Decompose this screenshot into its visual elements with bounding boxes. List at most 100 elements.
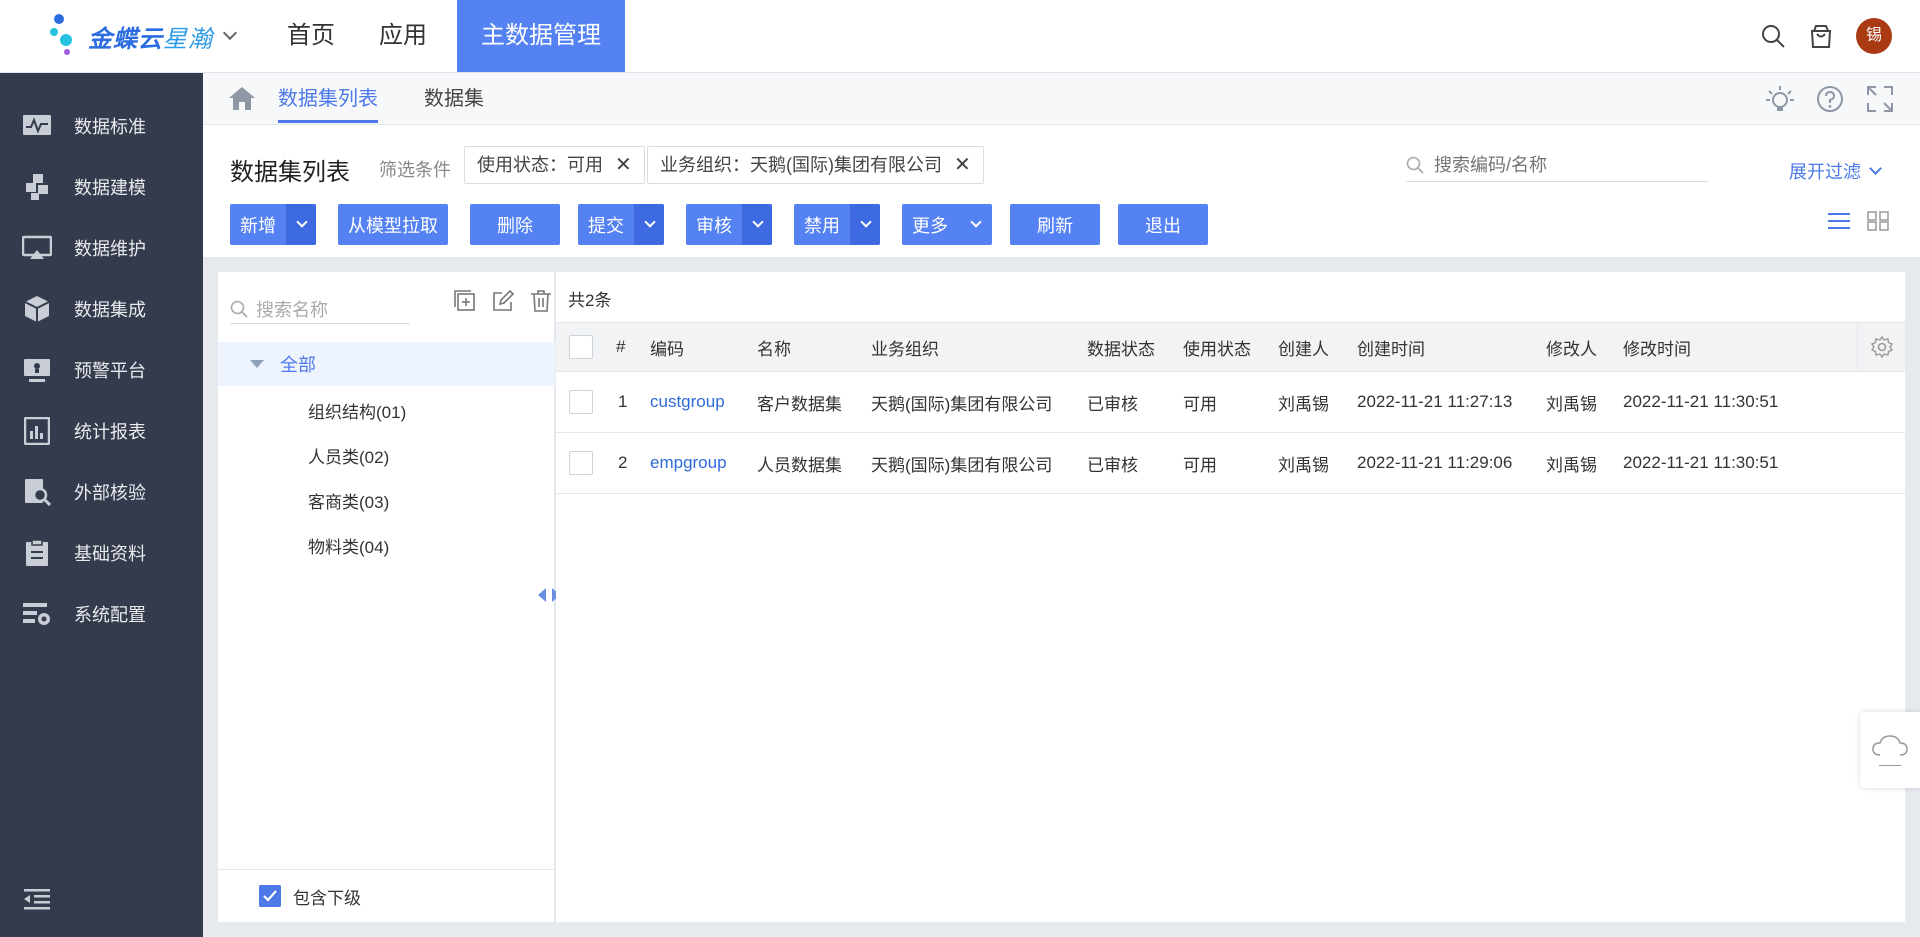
sidebar-item-data-maintenance[interactable]: 数据维护 <box>0 218 203 278</box>
chevron-down-icon <box>970 216 982 228</box>
close-icon[interactable]: ✕ <box>954 147 971 183</box>
table-row[interactable]: 2 empgroup 人员数据集 天鹅(国际)集团有限公司 已审核 可用 刘禹锡… <box>556 433 1905 494</box>
chevron-down-icon[interactable] <box>222 25 238 41</box>
refresh-button[interactable]: 刷新 <box>1010 204 1100 245</box>
cell-data-status: 已审核 <box>1087 455 1138 475</box>
exit-button[interactable]: 退出 <box>1118 204 1208 245</box>
close-icon[interactable]: ✕ <box>615 147 632 183</box>
cell-modifier: 刘禹锡 <box>1546 394 1597 414</box>
cell-code-link[interactable]: empgroup <box>650 433 727 493</box>
submit-button[interactable]: 提交 <box>578 212 634 238</box>
home-icon[interactable] <box>228 85 256 111</box>
nav-item-home[interactable]: 首页 <box>265 0 357 72</box>
tree-node-customer-supplier[interactable]: 客商类(03) <box>308 488 389 513</box>
col-created-at[interactable]: 创建时间 <box>1357 323 1425 371</box>
cell-org: 天鹅(国际)集团有限公司 <box>871 394 1053 414</box>
add-button[interactable]: 新增 <box>230 212 286 238</box>
disable-dropdown-button[interactable] <box>850 204 880 245</box>
cube-icon <box>22 294 52 324</box>
tree-node-org-structure[interactable]: 组织结构(01) <box>308 398 406 423</box>
col-modified-at[interactable]: 修改时间 <box>1623 323 1691 371</box>
sidebar-item-system-config[interactable]: 系统配置 <box>0 584 203 644</box>
sidebar-item-data-modeling[interactable]: 数据建模 <box>0 157 203 217</box>
search-input[interactable] <box>1406 149 1708 182</box>
sidebar-item-data-integration[interactable]: 数据集成 <box>0 279 203 339</box>
search-field[interactable] <box>1434 154 1694 176</box>
delete-node-icon[interactable] <box>530 290 552 312</box>
add-node-icon[interactable] <box>454 290 476 312</box>
tabbar-actions <box>1766 85 1894 113</box>
tree-node-root[interactable]: 全部 <box>218 342 555 386</box>
search-icon[interactable] <box>1760 23 1786 49</box>
select-all-checkbox[interactable] <box>569 335 593 359</box>
sidebar-item-external-verify[interactable]: 外部核验 <box>0 462 203 522</box>
delete-button[interactable]: 删除 <box>470 204 560 245</box>
cell-use-status: 可用 <box>1183 455 1217 475</box>
audit-button[interactable]: 审核 <box>686 212 742 238</box>
caret-down-icon[interactable] <box>250 360 264 368</box>
edit-node-icon[interactable] <box>492 290 514 312</box>
row-checkbox-cell <box>569 433 593 493</box>
col-creator[interactable]: 创建人 <box>1278 323 1329 371</box>
cell-created-at: 2022-11-21 11:29:06 <box>1357 453 1513 472</box>
lightbulb-icon[interactable] <box>1766 85 1794 113</box>
grid-view-icon[interactable] <box>1867 211 1889 231</box>
cell-use-status: 可用 <box>1183 394 1217 414</box>
audit-dropdown-button[interactable] <box>742 204 772 245</box>
tree-node-label: 全部 <box>280 355 316 375</box>
fullscreen-icon[interactable] <box>1866 85 1894 113</box>
button-label: 删除 <box>497 215 533 236</box>
col-org[interactable]: 业务组织 <box>871 323 939 371</box>
list-view-icon[interactable] <box>1828 211 1850 231</box>
cell-creator: 刘禹锡 <box>1278 455 1329 475</box>
tree-node-material[interactable]: 物料类(04) <box>308 533 389 558</box>
shopping-bag-icon[interactable] <box>1808 23 1834 49</box>
header-actions: 锡 <box>1760 18 1892 54</box>
app-logo[interactable]: 金蝶云星瀚 <box>50 12 238 60</box>
chevron-down-icon <box>295 216 308 228</box>
chevron-down-icon <box>1869 162 1882 175</box>
tab-dataset[interactable]: 数据集 <box>424 73 484 123</box>
sidebar-item-basic-data[interactable]: 基础资料 <box>0 523 203 583</box>
cell-index: 2 <box>618 453 628 472</box>
expand-filter-link[interactable]: 展开过滤 <box>1789 158 1882 184</box>
sidebar-item-data-standard[interactable]: 数据标准 <box>0 96 203 156</box>
floating-cloud-widget[interactable] <box>1860 712 1920 788</box>
column-settings-button[interactable] <box>1857 323 1905 371</box>
cell-created-at: 2022-11-21 11:27:13 <box>1357 392 1513 411</box>
filter-chip-business-org[interactable]: 业务组织：天鹅(国际)集团有限公司 ✕ <box>647 146 984 184</box>
filter-chip-use-status[interactable]: 使用状态：可用 ✕ <box>464 146 645 184</box>
avatar[interactable]: 锡 <box>1856 18 1892 54</box>
col-code[interactable]: 编码 <box>650 323 684 371</box>
col-modifier[interactable]: 修改人 <box>1546 323 1597 371</box>
col-use-status[interactable]: 使用状态 <box>1183 323 1251 371</box>
row-checkbox[interactable] <box>569 451 593 475</box>
add-dropdown-button[interactable] <box>286 204 316 245</box>
col-data-status[interactable]: 数据状态 <box>1087 323 1155 371</box>
pull-from-model-button[interactable]: 从模型拉取 <box>338 204 448 245</box>
sidebar-item-statistics-report[interactable]: 统计报表 <box>0 401 203 461</box>
caret-left-icon[interactable] <box>538 588 546 602</box>
collapse-sidebar-icon[interactable] <box>24 888 50 915</box>
row-checkbox[interactable] <box>569 390 593 414</box>
tab-dataset-list[interactable]: 数据集列表 <box>278 73 378 123</box>
record-count: 共2条 <box>568 291 612 310</box>
tree-search-input[interactable]: 搜索名称 <box>230 294 410 324</box>
button-label: 退出 <box>1145 215 1181 236</box>
nav-item-apps[interactable]: 应用 <box>357 0 449 72</box>
filter-chip-label: 业务组织：天鹅(国际)集团有限公司 <box>660 155 942 175</box>
help-icon[interactable] <box>1816 85 1844 113</box>
sidebar-item-alert-platform[interactable]: 预警平台 <box>0 340 203 400</box>
col-name[interactable]: 名称 <box>757 323 791 371</box>
include-children-checkbox[interactable] <box>259 885 281 907</box>
table-header: # 编码 名称 业务组织 数据状态 使用状态 创建人 创建时间 修改人 修改时间 <box>556 322 1905 372</box>
tree-node-personnel[interactable]: 人员类(02) <box>308 443 389 468</box>
cell-code-link[interactable]: custgroup <box>650 372 725 432</box>
more-button[interactable]: 更多 <box>902 204 992 245</box>
disable-button[interactable]: 禁用 <box>794 212 850 238</box>
table-row[interactable]: 1 custgroup 客户数据集 天鹅(国际)集团有限公司 已审核 可用 刘禹… <box>556 372 1905 433</box>
monitor-wave-icon <box>22 111 52 141</box>
nav-item-mdm[interactable]: 主数据管理 <box>457 0 625 72</box>
submit-dropdown-button[interactable] <box>634 204 664 245</box>
sidebar-item-label: 数据标准 <box>74 117 146 137</box>
